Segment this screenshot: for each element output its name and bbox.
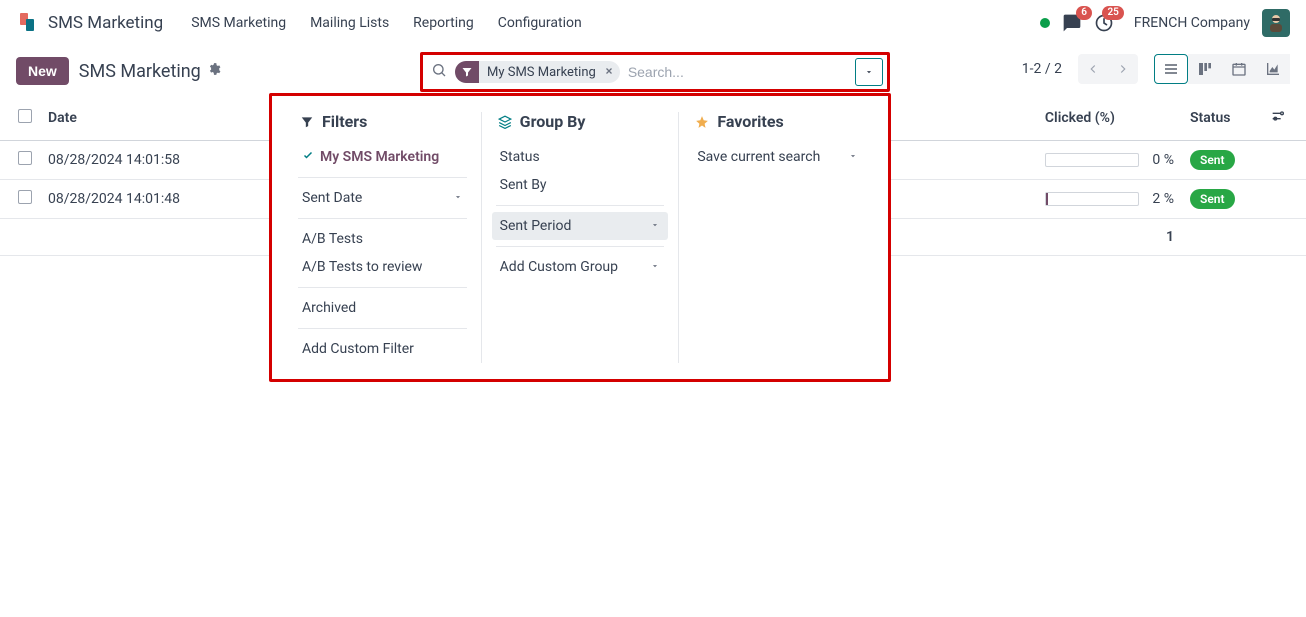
menu-configuration[interactable]: Configuration (498, 15, 582, 31)
connection-status-dot (1040, 18, 1050, 28)
search-input[interactable] (620, 60, 855, 84)
cell-clicked-pct: 0 % (1152, 152, 1174, 168)
groupby-sent-by[interactable]: Sent By (492, 171, 669, 199)
gear-icon[interactable] (207, 62, 221, 80)
chevron-down-icon (848, 149, 858, 165)
column-header-clicked[interactable]: Clicked (%) (1037, 96, 1182, 141)
search-facet-label: My SMS Marketing (479, 65, 602, 80)
progress-bar (1045, 153, 1139, 167)
app-logo[interactable] (16, 11, 40, 35)
view-graph[interactable] (1256, 54, 1290, 84)
groupby-add-custom[interactable]: Add Custom Group (492, 253, 669, 281)
search-icon[interactable] (431, 62, 447, 82)
chevron-down-icon (453, 190, 463, 206)
filter-add-custom[interactable]: Add Custom Filter (294, 335, 471, 363)
facet-close-icon[interactable] (602, 65, 620, 80)
search-options-panel: Filters My SMS Marketing Sent Date A/B T… (269, 93, 891, 382)
top-navbar: SMS Marketing SMS Marketing Mailing List… (0, 0, 1306, 46)
favorites-column: Favorites Save current search (679, 112, 876, 363)
activities-badge: 25 (1102, 6, 1123, 20)
footer-count: 1 (1037, 219, 1182, 256)
status-badge: Sent (1190, 150, 1235, 170)
menu-reporting[interactable]: Reporting (413, 15, 474, 31)
groupby-status[interactable]: Status (492, 143, 669, 171)
filter-my-sms-marketing[interactable]: My SMS Marketing (294, 143, 471, 171)
filter-sent-date[interactable]: Sent Date (294, 184, 471, 212)
cell-clicked-pct: 2 % (1152, 191, 1174, 207)
search-box: My SMS Marketing (420, 52, 890, 92)
messages-badge: 6 (1076, 6, 1092, 20)
star-icon (695, 115, 709, 129)
columns-settings-icon[interactable] (1270, 112, 1286, 128)
check-icon (302, 149, 314, 165)
breadcrumb-title: SMS Marketing (79, 61, 201, 82)
menu-sms-marketing[interactable]: SMS Marketing (191, 15, 286, 31)
view-list[interactable] (1154, 54, 1188, 84)
groupby-header: Group By (492, 112, 669, 131)
view-kanban[interactable] (1188, 54, 1222, 84)
column-header-status[interactable]: Status (1182, 96, 1262, 141)
filters-header: Filters (294, 112, 471, 131)
row-checkbox[interactable] (18, 190, 32, 204)
menu-mailing-lists[interactable]: Mailing Lists (310, 15, 389, 31)
status-badge: Sent (1190, 189, 1235, 209)
systray: 6 25 FRENCH Company (1040, 9, 1290, 37)
filter-archived[interactable]: Archived (294, 294, 471, 322)
filter-ab-tests[interactable]: A/B Tests (294, 225, 471, 253)
company-switcher[interactable]: FRENCH Company (1134, 15, 1250, 31)
filters-column: Filters My SMS Marketing Sent Date A/B T… (284, 112, 482, 363)
favorites-header: Favorites (689, 112, 866, 131)
chevron-down-icon (650, 259, 660, 275)
groupby-column: Group By Status Sent By Sent Period Add … (482, 112, 680, 363)
control-panel: New SMS Marketing My SMS Marketing 1-2 /… (0, 46, 1306, 96)
pager-range[interactable]: 1-2 / 2 (1022, 61, 1062, 77)
app-name[interactable]: SMS Marketing (48, 13, 163, 33)
search-dropdown-toggle[interactable] (855, 58, 883, 86)
pager-next[interactable] (1108, 54, 1138, 84)
chevron-down-icon (650, 218, 660, 234)
favorites-save-current[interactable]: Save current search (689, 143, 866, 171)
filter-ab-tests-review[interactable]: A/B Tests to review (294, 253, 471, 281)
messages-icon[interactable]: 6 (1062, 13, 1082, 33)
pager-arrows (1078, 54, 1138, 84)
filter-icon (455, 61, 479, 83)
groupby-sent-period[interactable]: Sent Period (492, 212, 669, 240)
user-avatar[interactable] (1262, 9, 1290, 37)
progress-bar (1045, 192, 1139, 206)
view-switcher (1154, 54, 1290, 84)
main-menu: SMS Marketing Mailing Lists Reporting Co… (191, 15, 581, 31)
filter-icon (300, 115, 314, 129)
layers-icon (498, 115, 512, 129)
row-checkbox[interactable] (18, 151, 32, 165)
view-calendar[interactable] (1222, 54, 1256, 84)
new-button[interactable]: New (16, 57, 69, 85)
select-all-checkbox[interactable] (18, 109, 32, 123)
activities-icon[interactable]: 25 (1094, 13, 1114, 33)
search-facet: My SMS Marketing (455, 61, 620, 83)
pager-prev[interactable] (1078, 54, 1108, 84)
control-panel-right: 1-2 / 2 (1022, 54, 1290, 84)
